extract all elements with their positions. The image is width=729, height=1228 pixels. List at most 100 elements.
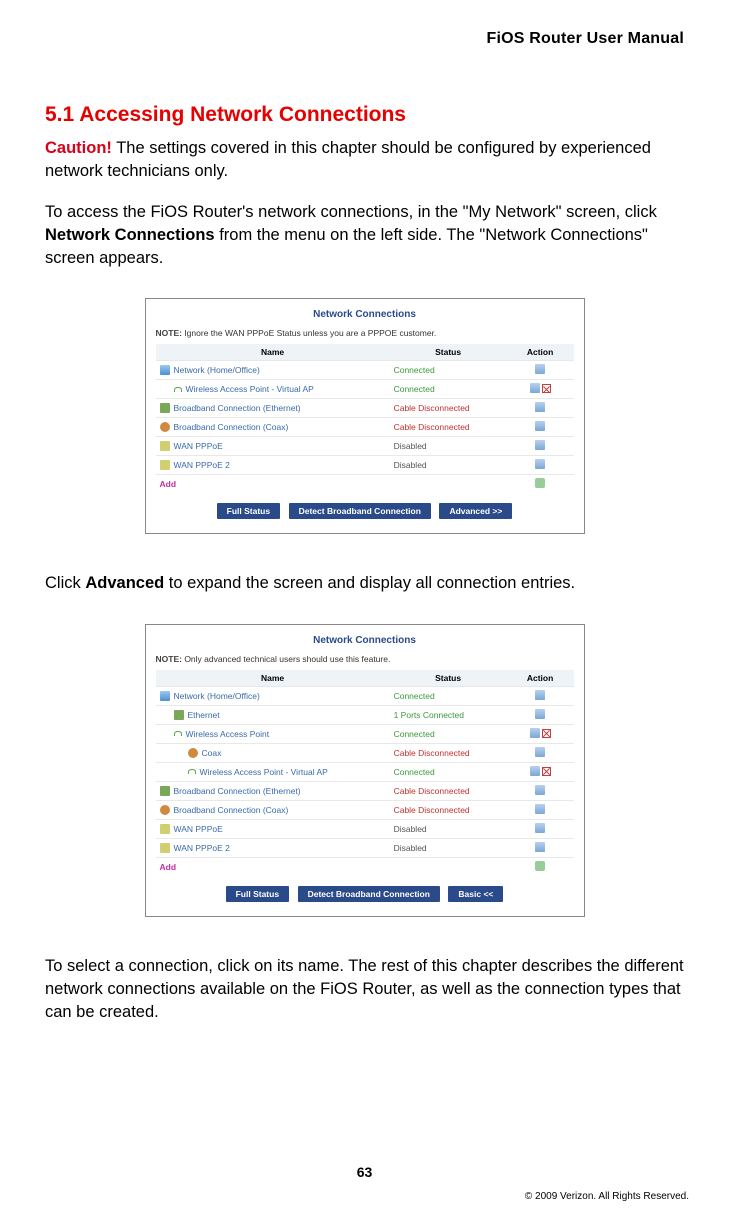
action-cell xyxy=(507,724,574,743)
action-cell xyxy=(507,819,574,838)
action-cell xyxy=(507,418,574,437)
action-cell xyxy=(507,456,574,475)
edit-icon[interactable] xyxy=(535,804,545,814)
connection-status: Connected xyxy=(390,724,507,743)
table-row: WAN PPPoEDisabled xyxy=(156,819,574,838)
delete-icon[interactable] xyxy=(542,729,551,738)
detect-broadband-button[interactable]: Detect Broadband Connection xyxy=(298,886,440,902)
connection-name-link[interactable]: Wireless Access Point xyxy=(186,729,270,739)
action-cell xyxy=(507,838,574,857)
full-status-button[interactable]: Full Status xyxy=(217,503,280,519)
edit-icon[interactable] xyxy=(535,440,545,450)
edit-icon[interactable] xyxy=(530,383,540,393)
action-cell xyxy=(507,762,574,781)
para2-a: Click xyxy=(45,574,85,592)
connection-status: Disabled xyxy=(390,838,507,857)
note-label: NOTE: xyxy=(156,654,182,664)
connection-status: 1 Ports Connected xyxy=(390,705,507,724)
table-row: Ethernet 1 Ports Connected xyxy=(156,705,574,724)
wan-icon xyxy=(160,441,170,451)
connection-name-link[interactable]: WAN PPPoE 2 xyxy=(174,460,230,470)
edit-icon[interactable] xyxy=(535,459,545,469)
add-link[interactable]: Add xyxy=(156,475,390,494)
edit-icon[interactable] xyxy=(535,785,545,795)
caution-label: Caution! xyxy=(45,139,112,157)
connection-name-link[interactable]: Broadband Connection (Ethernet) xyxy=(174,403,301,413)
note-text: Ignore the WAN PPPoE Status unless you a… xyxy=(182,328,436,338)
table-row: Wireless Access Point - Virtual AP Connec… xyxy=(156,380,574,399)
table-row: Broadband Connection (Ethernet) Cable Dis… xyxy=(156,781,574,800)
full-status-button[interactable]: Full Status xyxy=(226,886,289,902)
add-link[interactable]: Add xyxy=(156,857,390,876)
connection-status: Cable Disconnected xyxy=(390,418,507,437)
connection-name-link[interactable]: Network (Home/Office) xyxy=(174,691,260,701)
connection-name-link[interactable]: Ethernet xyxy=(188,710,220,720)
para2-b: to expand the screen and display all con… xyxy=(164,574,575,592)
table-row: Wireless Access Point - Virtual APConnec… xyxy=(156,762,574,781)
connection-name-link[interactable]: Wireless Access Point - Virtual AP xyxy=(200,767,328,777)
eth-icon xyxy=(160,403,170,413)
section-heading: 5.1 Accessing Network Connections xyxy=(45,103,684,127)
instruction-paragraph-3: To select a connection, click on its nam… xyxy=(45,955,684,1024)
delete-icon[interactable] xyxy=(542,767,551,776)
connection-name-link[interactable]: Broadband Connection (Coax) xyxy=(174,805,289,815)
col-action: Action xyxy=(507,670,574,687)
connections-table-advanced: Name Status Action Network (Home/Office)… xyxy=(156,670,574,876)
connection-name-link[interactable]: Broadband Connection (Ethernet) xyxy=(174,786,301,796)
edit-icon[interactable] xyxy=(535,421,545,431)
caution-paragraph: Caution! The settings covered in this ch… xyxy=(45,137,684,183)
connection-name-link[interactable]: WAN PPPoE xyxy=(174,441,223,451)
add-icon[interactable] xyxy=(535,478,545,488)
edit-icon[interactable] xyxy=(535,402,545,412)
note-label: NOTE: xyxy=(156,328,182,338)
delete-icon[interactable] xyxy=(542,384,551,393)
advanced-button[interactable]: Advanced >> xyxy=(439,503,512,519)
para2-bold: Advanced xyxy=(85,574,164,592)
coax-icon xyxy=(188,748,198,758)
screenshot-note: NOTE: Ignore the WAN PPPoE Status unless… xyxy=(156,328,574,338)
wan-icon xyxy=(160,460,170,470)
edit-icon[interactable] xyxy=(530,728,540,738)
net-icon xyxy=(160,365,170,375)
screenshot-note: NOTE: Only advanced technical users shou… xyxy=(156,654,574,664)
connection-name-link[interactable]: Wireless Access Point - Virtual AP xyxy=(186,384,314,394)
edit-icon[interactable] xyxy=(530,766,540,776)
edit-icon[interactable] xyxy=(535,747,545,757)
page-number: 63 xyxy=(0,1164,729,1180)
screenshot-title: Network Connections xyxy=(156,309,574,320)
action-cell xyxy=(507,686,574,705)
table-row: Network (Home/Office)Connected xyxy=(156,361,574,380)
wifi-icon xyxy=(174,387,182,392)
connection-name-link[interactable]: Broadband Connection (Coax) xyxy=(174,422,289,432)
connection-name-link[interactable]: Network (Home/Office) xyxy=(174,365,260,375)
connection-name-link[interactable]: WAN PPPoE 2 xyxy=(174,843,230,853)
screenshot-advanced: Network Connections NOTE: Only advanced … xyxy=(145,624,585,917)
action-cell xyxy=(507,437,574,456)
edit-icon[interactable] xyxy=(535,842,545,852)
document-header: FiOS Router User Manual xyxy=(45,30,684,48)
caution-text: The settings covered in this chapter sho… xyxy=(45,139,651,180)
connection-status: Cable Disconnected xyxy=(390,800,507,819)
connection-name-link[interactable]: WAN PPPoE xyxy=(174,824,223,834)
wan-icon xyxy=(160,843,170,853)
detect-broadband-button[interactable]: Detect Broadband Connection xyxy=(289,503,431,519)
edit-icon[interactable] xyxy=(535,823,545,833)
basic-button[interactable]: Basic << xyxy=(448,886,503,902)
copyright: © 2009 Verizon. All Rights Reserved. xyxy=(525,1191,689,1202)
edit-icon[interactable] xyxy=(535,709,545,719)
edit-icon[interactable] xyxy=(535,364,545,374)
table-row: CoaxCable Disconnected xyxy=(156,743,574,762)
connection-status: Cable Disconnected xyxy=(390,781,507,800)
screenshot-basic: Network Connections NOTE: Ignore the WAN… xyxy=(145,298,585,534)
edit-icon[interactable] xyxy=(535,690,545,700)
note-text: Only advanced technical users should use… xyxy=(182,654,390,664)
connection-status: Connected xyxy=(390,380,507,399)
coax-icon xyxy=(160,805,170,815)
connection-name-link[interactable]: Coax xyxy=(202,748,222,758)
connection-status: Disabled xyxy=(390,437,507,456)
add-icon[interactable] xyxy=(535,861,545,871)
wan-icon xyxy=(160,824,170,834)
connection-status: Connected xyxy=(390,686,507,705)
action-cell xyxy=(507,361,574,380)
table-row: Broadband Connection (Coax) Cable Disconn… xyxy=(156,418,574,437)
